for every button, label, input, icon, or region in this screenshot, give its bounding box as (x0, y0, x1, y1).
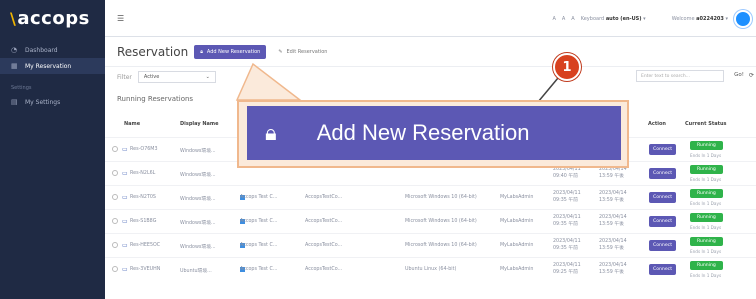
zoom-callout: 🔒︎ Add New Reservation (237, 100, 629, 168)
step-number-badge: 1 (553, 53, 581, 81)
zoom-add-new-reservation-button: 🔒︎ Add New Reservation (247, 106, 621, 160)
lock-icon: 🔒︎ (265, 120, 277, 146)
